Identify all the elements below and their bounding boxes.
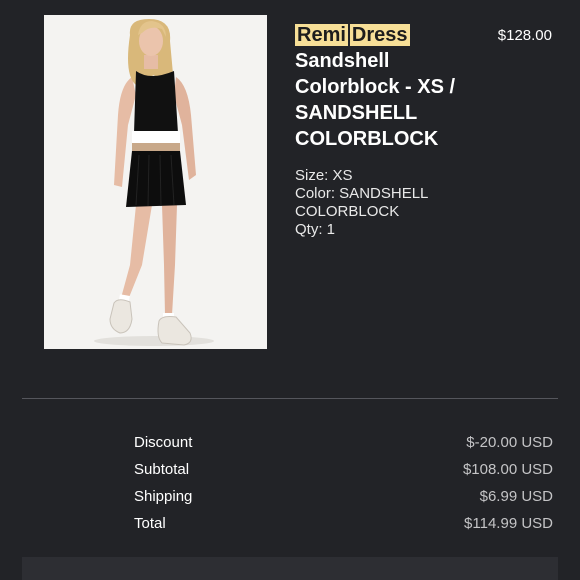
model-illustration [94, 19, 214, 346]
total-label: Total [134, 515, 166, 532]
subtotal-value: $108.00 USD [462, 461, 553, 478]
title-highlight-dress: Dress [349, 24, 410, 46]
order-summary: Discount $-20.00 USD Subtotal $108.00 US… [134, 429, 553, 537]
bottom-bar [22, 557, 558, 580]
summary-row-subtotal: Subtotal $108.00 USD [134, 456, 553, 483]
discount-value: $-20.00 USD [466, 434, 553, 451]
product-price: $128.00 [497, 27, 552, 44]
shipping-value: $6.99 USD [479, 488, 553, 505]
summary-row-shipping: Shipping $6.99 USD [134, 483, 553, 510]
divider [22, 398, 558, 399]
title-highlight-remi: Remi [295, 24, 348, 46]
shipping-label: Shipping [134, 488, 193, 505]
product-qty: Qty: 1 [295, 221, 336, 238]
product-size: Size: XS [295, 167, 353, 184]
product-title[interactable]: Remi Dress Sandshell Colorblock - XS / SA… [295, 22, 485, 152]
summary-row-discount: Discount $-20.00 USD [134, 429, 553, 456]
title-rest: Sandshell Colorblock - XS / SANDSHELL CO… [295, 50, 456, 150]
product-meta: Size: XS Color: SANDSHELL COLORBLOCK Qty… [295, 167, 495, 239]
subtotal-label: Subtotal [134, 461, 190, 478]
summary-row-total: Total $114.99 USD [134, 510, 553, 537]
product-image [44, 15, 267, 349]
discount-label: Discount [134, 434, 193, 451]
product-color: Color: SANDSHELL COLORBLOCK [295, 185, 428, 220]
total-value: $114.99 USD [464, 515, 553, 532]
